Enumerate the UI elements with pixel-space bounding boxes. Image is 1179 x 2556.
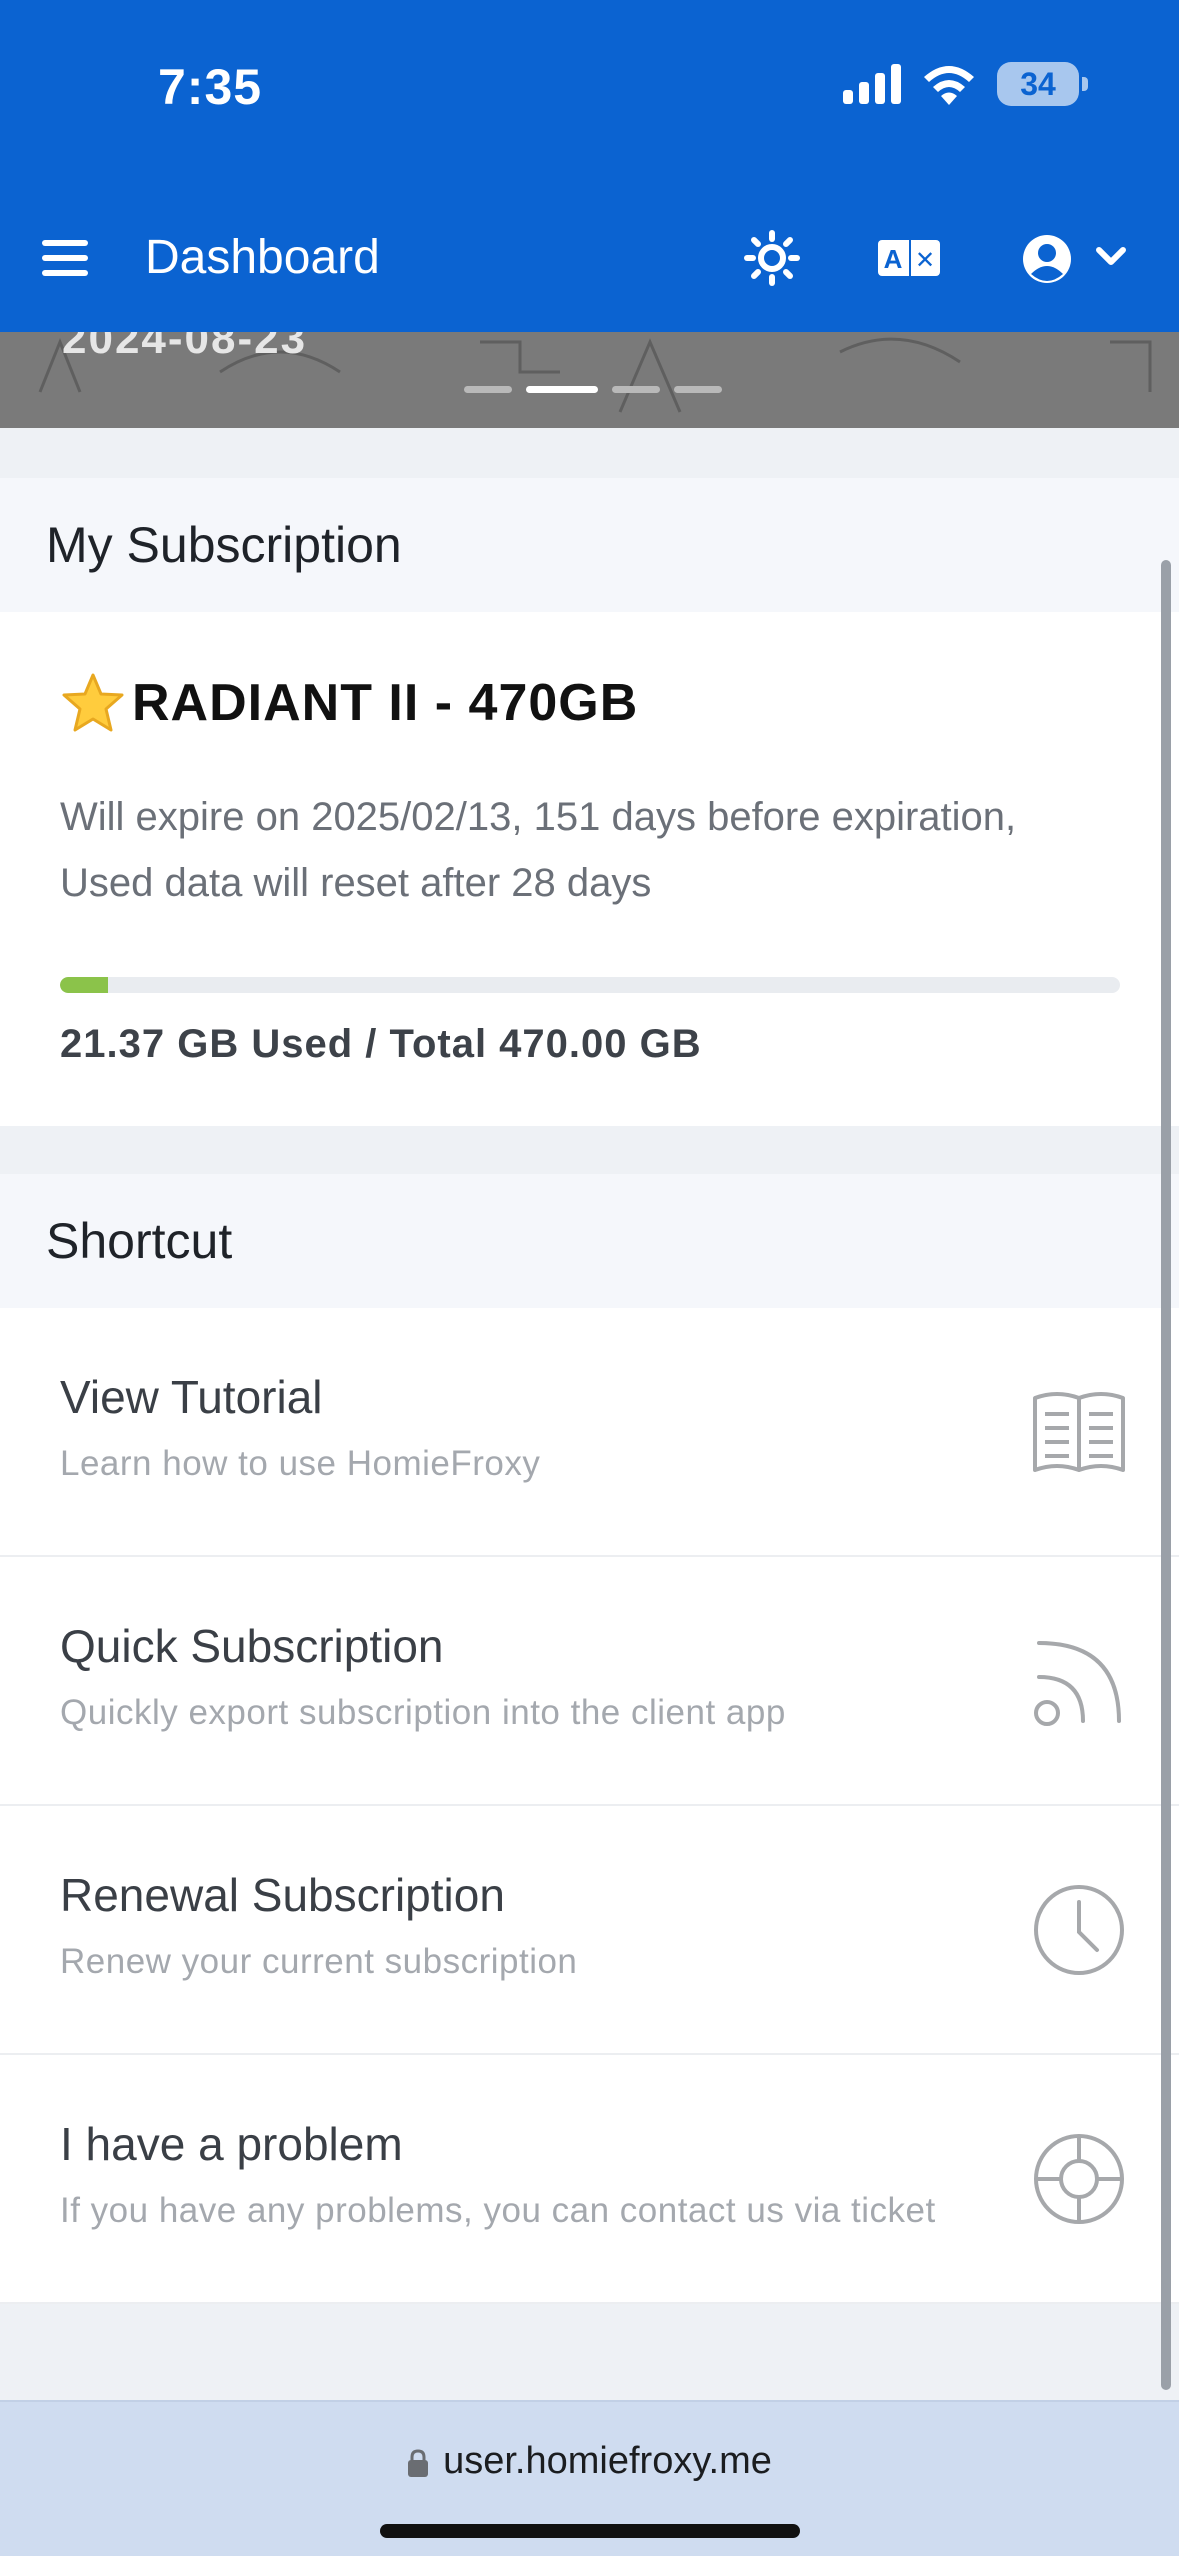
battery-indicator: 34 xyxy=(997,62,1088,106)
subscription-card: My Subscription RADIANT II - 470GB Will … xyxy=(0,478,1179,1126)
shortcut-section-title: Shortcut xyxy=(0,1174,1179,1308)
carousel-dot[interactable] xyxy=(464,386,512,393)
cellular-signal-icon xyxy=(843,64,901,104)
home-indicator xyxy=(380,2524,800,2538)
shortcut-title: Quick Subscription xyxy=(60,1620,444,1672)
browser-url-bar[interactable]: user.homiefroxy.me xyxy=(0,2400,1179,2556)
shortcut-i-have-a-problem[interactable]: I have a problem If you have any problem… xyxy=(0,2055,1179,2304)
carousel-dot[interactable] xyxy=(674,386,722,393)
shortcut-title: Renewal Subscription xyxy=(60,1869,505,1921)
url-display[interactable]: user.homiefroxy.me xyxy=(0,2440,1179,2483)
translate-icon[interactable]: A ✕ xyxy=(878,240,940,276)
shortcut-subtitle: Renew your current subscription xyxy=(60,1942,578,1981)
announcement-carousel[interactable]: 2024-08-23 xyxy=(0,332,1179,428)
carousel-dot-active[interactable] xyxy=(526,386,598,393)
clock-icon xyxy=(1034,1885,1124,1975)
usage-text: 21.37 GB Used / Total 470.00 GB xyxy=(60,1022,702,1066)
plan-name: RADIANT II - 470GB xyxy=(132,674,639,732)
top-bar: 7:35 34 Dashboard A ✕ xyxy=(0,0,1179,332)
carousel-dot[interactable] xyxy=(612,386,660,393)
svg-text:A: A xyxy=(884,244,903,274)
user-avatar-icon[interactable] xyxy=(1022,234,1072,284)
shortcut-quick-subscription[interactable]: Quick Subscription Quickly export subscr… xyxy=(0,1557,1179,1806)
lock-icon xyxy=(408,2449,429,2477)
shortcut-card: Shortcut View Tutorial Learn how to use … xyxy=(0,1174,1179,2304)
expiry-text: Will expire on 2025/02/13, 151 days befo… xyxy=(60,795,1017,905)
url-text: user.homiefroxy.me xyxy=(443,2440,772,2482)
shortcut-subtitle: If you have any problems, you can contac… xyxy=(60,2191,936,2230)
chevron-down-icon[interactable] xyxy=(1096,246,1126,268)
shortcut-subtitle: Quickly export subscription into the cli… xyxy=(60,1693,786,1732)
book-icon xyxy=(1033,1392,1125,1472)
page-title: Dashboard xyxy=(145,231,380,284)
status-icons: 34 xyxy=(843,62,1088,106)
data-usage-progress xyxy=(60,977,1120,993)
page-scrollbar[interactable] xyxy=(1161,560,1171,2390)
carousel-indicators xyxy=(464,386,722,393)
banner-date: 2024-08-23 xyxy=(62,332,308,363)
status-time: 7:35 xyxy=(158,59,263,115)
theme-toggle-icon[interactable] xyxy=(744,230,800,286)
shortcut-subtitle: Learn how to use HomieFroxy xyxy=(60,1444,541,1483)
progress-fill xyxy=(60,977,109,993)
app-bar: Dashboard A ✕ xyxy=(0,200,1179,332)
shortcut-view-tutorial[interactable]: View Tutorial Learn how to use HomieFrox… xyxy=(0,1308,1179,1557)
shortcut-renewal-subscription[interactable]: Renewal Subscription Renew your current … xyxy=(0,1806,1179,2055)
lifebuoy-icon xyxy=(1034,2134,1124,2224)
hamburger-menu-icon[interactable] xyxy=(42,238,88,278)
star-icon xyxy=(62,673,124,732)
wifi-icon xyxy=(924,66,974,105)
rss-icon xyxy=(1034,1641,1121,1726)
subscription-section-title: My Subscription xyxy=(0,478,1179,612)
svg-text:✕: ✕ xyxy=(915,246,935,274)
battery-level: 34 xyxy=(1020,65,1056,102)
shortcut-title: View Tutorial xyxy=(60,1371,323,1423)
shortcut-title: I have a problem xyxy=(60,2118,403,2170)
